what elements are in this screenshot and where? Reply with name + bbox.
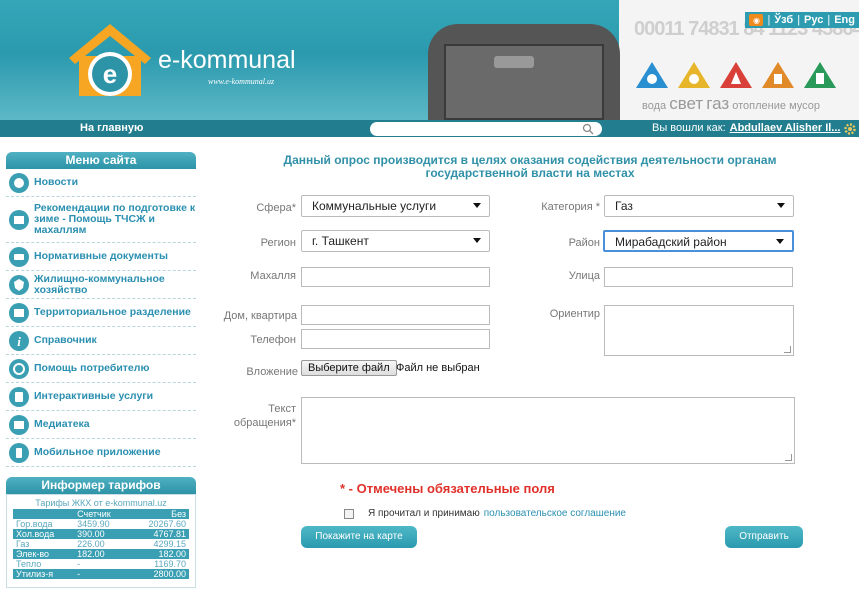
- sidebar-item-news[interactable]: Новости: [6, 169, 196, 197]
- lang-uz[interactable]: Ўзб: [774, 14, 793, 26]
- sidebar-item-documents[interactable]: Нормативные документы: [6, 243, 196, 271]
- search-input[interactable]: [370, 122, 602, 136]
- category-select[interactable]: Газ: [604, 195, 794, 217]
- file-status: Файл не выбран: [396, 362, 480, 374]
- message-textarea[interactable]: [301, 397, 795, 464]
- mahalla-input[interactable]: [301, 267, 490, 287]
- gas-icon: [720, 62, 752, 88]
- table-header-row: Счетчик Без: [13, 509, 189, 519]
- help-icon: [9, 358, 29, 379]
- tariffs-widget: Тарифы ЖКХ от e-kommunal.uz Счетчик Без …: [6, 494, 196, 588]
- sidebar-item-territory[interactable]: Территориальное разделение: [6, 299, 196, 327]
- landmark-textarea[interactable]: [604, 305, 794, 356]
- submit-button[interactable]: Отправить: [725, 526, 803, 548]
- mahalla-label: Махалля: [250, 270, 296, 282]
- chevron-down-icon: [777, 203, 785, 208]
- sidebar-item-media[interactable]: Медиатека: [6, 411, 196, 439]
- media-icon: [9, 414, 29, 435]
- user-link[interactable]: Abdullaev Alisher Il...: [730, 122, 841, 134]
- electricity-icon: [678, 62, 710, 88]
- map-icon: [9, 302, 29, 323]
- chevron-down-icon: [776, 239, 784, 244]
- sidebar-item-interactive[interactable]: Интерактивные услуги: [6, 383, 196, 411]
- required-note: * - Отмечены обязательные поля: [340, 481, 555, 496]
- street-input[interactable]: [604, 267, 793, 287]
- district-label: Район: [568, 237, 600, 249]
- document-icon: [9, 246, 29, 267]
- chevron-down-icon: [473, 203, 481, 208]
- svg-text:i: i: [17, 334, 21, 349]
- news-icon: [9, 172, 29, 193]
- tariffs-caption: Тарифы ЖКХ от e-kommunal.uz: [35, 498, 167, 508]
- agreement-row: Я прочитал и принимаю пользовательское с…: [344, 508, 626, 519]
- sphere-label: Сфера*: [256, 202, 296, 214]
- word-gaz: газ: [706, 94, 730, 113]
- region-label: Регион: [260, 237, 296, 249]
- logo-title: e-kommunal: [158, 46, 296, 74]
- search-icon[interactable]: [582, 123, 594, 135]
- tariffs-title: Информер тарифов: [6, 477, 196, 494]
- lang-ru[interactable]: Рус: [804, 14, 823, 26]
- table-row: Элек-во 182.00 182.00: [13, 549, 189, 559]
- site-logo[interactable]: e e-kommunal www.e-kommunal.uz: [60, 20, 300, 100]
- phone-label: Телефон: [250, 334, 296, 346]
- region-select[interactable]: г. Ташкент: [301, 230, 490, 252]
- house-label: Дом, квартира: [223, 310, 297, 322]
- book-icon: [9, 209, 29, 230]
- sphere-select[interactable]: Коммунальные услуги: [301, 195, 490, 217]
- attachment-label: Вложение: [246, 366, 298, 378]
- gear-icon[interactable]: [843, 122, 857, 136]
- district-select[interactable]: Мирабадский район: [603, 230, 794, 252]
- sidebar: Меню сайта Новости Рекомендации по подго…: [6, 152, 196, 588]
- lang-en[interactable]: Eng: [834, 14, 855, 26]
- agree-checkbox[interactable]: [344, 508, 354, 519]
- table-row: Гор.вода 3459.90 20267.60: [13, 519, 189, 529]
- sidebar-item-consumer-help[interactable]: Помощь потребителю: [6, 355, 196, 383]
- table-row: Хол.вода 390.00 4767.81: [13, 529, 189, 539]
- message-label: Текст обращения*: [233, 403, 296, 429]
- landmark-label: Ориентир: [549, 308, 600, 320]
- utility-banner: 00011 74831 84 1123 458649 00011 4895 74…: [634, 18, 859, 113]
- table-row: Газ 226.00 4299.15: [13, 539, 189, 549]
- mobile-icon: [9, 442, 29, 463]
- heating-icon: [762, 62, 794, 88]
- meter-device-illustration: [428, 24, 620, 120]
- tariffs-table: Счетчик Без Гор.вода 3459.90 20267.60 Хо…: [13, 509, 189, 579]
- house-logo-icon: e: [69, 24, 151, 96]
- form-intro: Данный опрос производится в целях оказан…: [283, 153, 777, 180]
- word-voda: вода: [642, 100, 667, 112]
- chevron-down-icon: [473, 238, 481, 243]
- word-musor: мусор: [789, 100, 820, 112]
- sidebar-item-directory[interactable]: i Справочник: [6, 327, 196, 355]
- language-bar: ◉ | Ўзб | Рус | Eng: [745, 12, 859, 28]
- street-label: Улица: [568, 270, 600, 282]
- site-header: e e-kommunal www.e-kommunal.uz 00011 748…: [0, 0, 859, 120]
- house-input[interactable]: [301, 305, 490, 325]
- svg-text:e: e: [103, 59, 117, 89]
- logo-subtitle: www.e-kommunal.uz: [208, 77, 275, 86]
- sidebar-item-winter[interactable]: Рекомендации по подготовке к зиме - Помо…: [6, 197, 196, 243]
- rss-icon[interactable]: ◉: [749, 14, 764, 26]
- show-on-map-button[interactable]: Покажите на карте: [301, 526, 417, 548]
- water-icon: [636, 62, 668, 88]
- sidebar-item-mobile[interactable]: Мобильное приложение: [6, 439, 196, 467]
- choose-file-button[interactable]: Выберите файл: [301, 360, 397, 376]
- info-icon: i: [9, 330, 29, 351]
- login-status: Вы вошли как: Abdullaev Alisher Il...: [652, 122, 841, 134]
- table-row: Тепло - 1169.70: [13, 559, 189, 569]
- word-otoplenie: отопление: [732, 100, 786, 112]
- nav-bar: На главную Вы вошли как: Abdullaev Alishe…: [0, 120, 859, 137]
- table-row: Утилиз-я - 2800.00: [13, 569, 189, 579]
- sidebar-title: Меню сайта: [6, 152, 196, 169]
- sidebar-item-housing[interactable]: Жилищно-коммунальное хозяйство: [6, 271, 196, 299]
- category-label: Категория *: [541, 201, 600, 213]
- phone-input[interactable]: [301, 329, 490, 349]
- user-agreement-link[interactable]: пользовательское соглашение: [484, 508, 626, 519]
- interactive-icon: [9, 386, 29, 407]
- garbage-icon: [804, 62, 836, 88]
- word-svet: свет: [669, 94, 704, 113]
- shield-icon: [9, 274, 29, 295]
- home-link[interactable]: На главную: [80, 122, 143, 134]
